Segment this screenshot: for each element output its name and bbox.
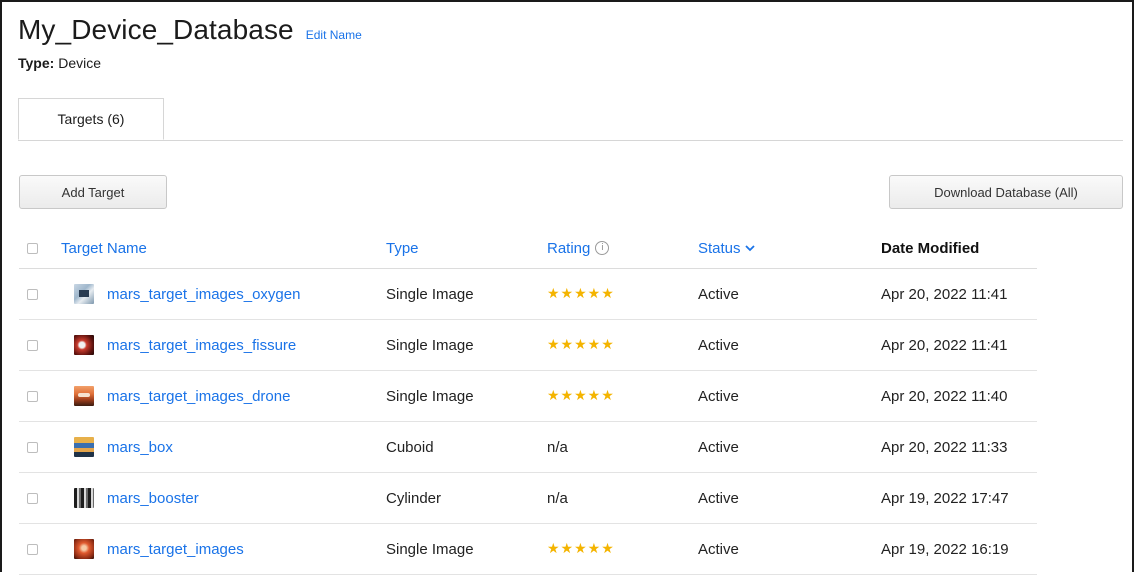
target-type: Cuboid — [386, 438, 434, 456]
target-date: Apr 20, 2022 11:40 — [881, 387, 1008, 405]
table-row[interactable]: mars_box Cuboid n/a Active Apr 20, 2022 … — [19, 422, 1037, 473]
header-date-label: Date Modified — [881, 239, 980, 257]
table-row[interactable]: mars_target_images_fissure Single Image … — [19, 320, 1037, 371]
target-date: Apr 20, 2022 11:41 — [881, 285, 1008, 303]
row-checkbox[interactable] — [27, 524, 38, 574]
table-row[interactable]: mars_target_images_drone Single Image ★★… — [19, 371, 1037, 422]
target-name-link[interactable]: mars_target_images — [107, 524, 244, 574]
target-type: Single Image — [386, 387, 474, 405]
target-status: Active — [698, 336, 739, 354]
target-name-link[interactable]: mars_box — [107, 422, 173, 472]
table-header: Target Name Type Rating i Status Date Mo… — [19, 228, 1037, 269]
table-row[interactable]: mars_target_images_oxygen Single Image ★… — [19, 269, 1037, 320]
target-type: Cylinder — [386, 489, 442, 507]
targets-table: Target Name Type Rating i Status Date Mo… — [19, 228, 1037, 575]
chevron-down-icon — [744, 244, 755, 251]
edit-name-link[interactable]: Edit Name — [306, 28, 362, 42]
target-thumbnail — [74, 473, 94, 523]
row-checkbox[interactable] — [27, 320, 38, 370]
type-key: Type: — [18, 55, 55, 71]
rating-stars: ★★★★★ — [547, 388, 615, 404]
target-thumbnail — [74, 320, 94, 370]
target-status: Active — [698, 540, 739, 558]
header-status[interactable]: Status — [698, 228, 755, 268]
rating-value: n/a — [547, 438, 568, 456]
page-title: My_Device_Database — [18, 14, 294, 45]
table-row[interactable]: mars_target_images Single Image ★★★★★ Ac… — [19, 524, 1037, 575]
target-thumbnail — [74, 269, 94, 319]
target-name-link[interactable]: mars_target_images_oxygen — [107, 269, 300, 319]
table-row[interactable]: mars_booster Cylinder n/a Active Apr 19,… — [19, 473, 1037, 524]
rating-stars: ★★★★★ — [547, 286, 615, 302]
target-type: Single Image — [386, 336, 474, 354]
row-checkbox[interactable] — [27, 371, 38, 421]
target-date: Apr 20, 2022 11:33 — [881, 438, 1008, 456]
add-target-button[interactable]: Add Target — [19, 175, 167, 209]
header-rating-label: Rating — [547, 239, 591, 257]
target-thumbnail — [74, 422, 94, 472]
target-type: Single Image — [386, 540, 474, 558]
database-type: Type: Device — [18, 55, 101, 71]
header-type-label: Type — [386, 239, 419, 257]
target-thumbnail — [74, 524, 94, 574]
rating-stars: ★★★★★ — [547, 541, 615, 557]
header-date-modified[interactable]: Date Modified — [881, 228, 979, 268]
header-target-name-label: Target Name — [61, 239, 147, 257]
target-status: Active — [698, 489, 739, 507]
target-date: Apr 19, 2022 17:47 — [881, 489, 1009, 507]
rating-stars: ★★★★★ — [547, 337, 615, 353]
header-type[interactable]: Type — [386, 228, 419, 268]
target-status: Active — [698, 285, 739, 303]
target-name-link[interactable]: mars_target_images_fissure — [107, 320, 296, 370]
target-name-link[interactable]: mars_target_images_drone — [107, 371, 290, 421]
info-icon[interactable]: i — [595, 241, 610, 255]
rating-value: n/a — [547, 489, 568, 507]
target-status: Active — [698, 387, 739, 405]
target-name-link[interactable]: mars_booster — [107, 473, 199, 523]
row-checkbox[interactable] — [27, 422, 38, 472]
header-status-label: Status — [698, 239, 741, 257]
select-all-checkbox[interactable] — [27, 228, 38, 268]
target-date: Apr 20, 2022 11:41 — [881, 336, 1008, 354]
type-value: Device — [58, 55, 101, 71]
target-date: Apr 19, 2022 16:19 — [881, 540, 1009, 558]
header-target-name[interactable]: Target Name — [61, 228, 147, 268]
tab-targets[interactable]: Targets (6) — [18, 98, 164, 140]
tab-bar: Targets (6) — [18, 98, 1123, 141]
target-status: Active — [698, 438, 739, 456]
row-checkbox[interactable] — [27, 269, 38, 319]
database-header: My_Device_Database Edit Name — [18, 14, 362, 46]
target-thumbnail — [74, 371, 94, 421]
target-type: Single Image — [386, 285, 474, 303]
header-rating[interactable]: Rating i — [547, 228, 610, 268]
download-database-button[interactable]: Download Database (All) — [889, 175, 1123, 209]
row-checkbox[interactable] — [27, 473, 38, 523]
